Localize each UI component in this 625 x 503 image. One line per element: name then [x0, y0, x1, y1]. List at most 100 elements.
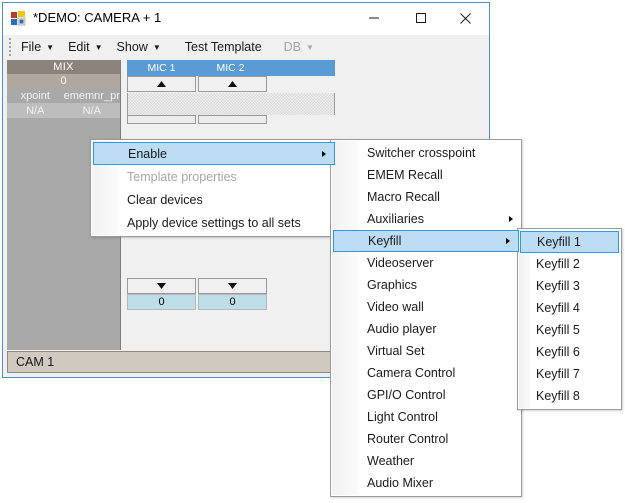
submenu-item-graphics-label: Graphics: [367, 278, 417, 292]
mic2-value[interactable]: 0: [198, 294, 267, 310]
menu-test-template[interactable]: Test Template: [178, 36, 269, 58]
keyfill-item-1[interactable]: Keyfill 1: [520, 231, 619, 253]
keyfill-item-3[interactable]: Keyfill 3: [518, 275, 621, 297]
menu-db-label: DB: [284, 40, 301, 54]
chevron-down-icon: ▼: [153, 44, 161, 52]
keyfill-item-8-label: Keyfill 8: [536, 389, 580, 403]
submenu-item-macro-recall-label: Macro Recall: [367, 190, 440, 204]
title-bar: *DEMO: CAMERA + 1: [3, 3, 489, 35]
submenu-item-audio-mixer[interactable]: Audio Mixer: [331, 472, 521, 494]
minimize-icon: [368, 12, 380, 24]
mic1-up-button[interactable]: [127, 76, 196, 92]
mic1-strip[interactable]: [127, 115, 196, 124]
submenu-item-weather[interactable]: Weather: [331, 450, 521, 472]
triangle-down-icon: [228, 283, 237, 289]
submenu-item-gpio-control-label: GPI/O Control: [367, 388, 446, 402]
mic1-down-button[interactable]: [127, 278, 196, 294]
menu-item-apply-device-settings-label: Apply device settings to all sets: [127, 216, 301, 230]
status-bar-label: CAM 1: [16, 355, 54, 369]
triangle-down-icon: [157, 283, 166, 289]
mic2-strip[interactable]: [198, 115, 267, 124]
submenu-item-emem-recall-label: EMEM Recall: [367, 168, 443, 182]
minimize-button[interactable]: [351, 3, 396, 33]
keyfill-item-8[interactable]: Keyfill 8: [518, 385, 621, 407]
submenu-item-switcher-crosspoint[interactable]: Switcher crosspoint: [331, 142, 521, 164]
submenu-enable: Switcher crosspoint EMEM Recall Macro Re…: [330, 139, 522, 497]
menu-item-apply-device-settings[interactable]: Apply device settings to all sets: [91, 211, 337, 234]
menu-item-template-properties-label: Template properties: [127, 170, 237, 184]
keyfill-item-5[interactable]: Keyfill 5: [518, 319, 621, 341]
submenu-item-camera-control[interactable]: Camera Control: [331, 362, 521, 384]
menu-edit[interactable]: Edit ▼: [61, 36, 109, 58]
submenu-item-light-control-label: Light Control: [367, 410, 438, 424]
maximize-icon: [415, 12, 427, 24]
menu-bar: File ▼ Edit ▼ Show ▼ Test Template DB ▼: [3, 35, 489, 60]
menu-edit-label: Edit: [68, 40, 90, 54]
column-down-buttons: [127, 278, 335, 294]
keyfill-item-4[interactable]: Keyfill 4: [518, 297, 621, 319]
keyfill-item-1-label: Keyfill 1: [537, 235, 581, 249]
menu-item-clear-devices-label: Clear devices: [127, 193, 203, 207]
mic1-value[interactable]: 0: [127, 294, 196, 310]
keyfill-item-7-label: Keyfill 7: [536, 367, 580, 381]
submenu-item-videoserver-label: Videoserver: [367, 256, 433, 270]
submenu-item-weather-label: Weather: [367, 454, 414, 468]
row-value-xpoint: N/A: [7, 103, 64, 118]
menu-show-label: Show: [117, 40, 148, 54]
column-headers: MIC 1 MIC 2: [127, 60, 335, 76]
submenu-item-keyfill-label: Keyfill: [368, 234, 401, 248]
submenu-item-auxiliaries-label: Auxiliaries: [367, 212, 424, 226]
submenu-item-virtual-set-label: Virtual Set: [367, 344, 424, 358]
column-header-mic1: MIC 1: [127, 60, 196, 76]
menu-item-clear-devices[interactable]: Clear devices: [91, 188, 337, 211]
app-tiles-icon: [11, 11, 26, 26]
submenu-item-keyfill[interactable]: Keyfill: [333, 230, 519, 252]
keyfill-item-6[interactable]: Keyfill 6: [518, 341, 621, 363]
menu-item-template-properties[interactable]: Template properties: [91, 165, 337, 188]
mix-value: 0: [7, 74, 120, 88]
submenu-arrow-icon: [506, 238, 510, 244]
keyfill-item-2-label: Keyfill 2: [536, 257, 580, 271]
submenu-item-router-control[interactable]: Router Control: [331, 428, 521, 450]
submenu-arrow-icon: [322, 151, 326, 157]
menu-item-enable[interactable]: Enable: [93, 142, 335, 165]
submenu-item-camera-control-label: Camera Control: [367, 366, 455, 380]
submenu-item-gpio-control[interactable]: GPI/O Control: [331, 384, 521, 406]
keyfill-item-2[interactable]: Keyfill 2: [518, 253, 621, 275]
menu-item-enable-label: Enable: [128, 147, 167, 161]
row-label-ememnr: ememnr_pr: [64, 88, 121, 103]
menu-db[interactable]: DB ▼: [277, 36, 321, 58]
submenu-item-light-control[interactable]: Light Control: [331, 406, 521, 428]
menu-file-label: File: [21, 40, 41, 54]
menu-file[interactable]: File ▼: [14, 36, 61, 58]
keyfill-item-7[interactable]: Keyfill 7: [518, 363, 621, 385]
submenu-item-graphics[interactable]: Graphics: [331, 274, 521, 296]
close-button[interactable]: [443, 3, 488, 33]
submenu-item-videoserver[interactable]: Videoserver: [331, 252, 521, 274]
close-icon: [459, 12, 472, 25]
column-values: 0 0: [127, 294, 335, 310]
empty-slot-area: [127, 93, 335, 115]
maximize-button[interactable]: [398, 3, 443, 33]
submenu-item-auxiliaries[interactable]: Auxiliaries: [331, 208, 521, 230]
row-value-ememnr: N/A: [64, 103, 121, 118]
submenu-item-video-wall-label: Video wall: [367, 300, 424, 314]
submenu-item-router-control-label: Router Control: [367, 432, 448, 446]
submenu-item-video-wall[interactable]: Video wall: [331, 296, 521, 318]
keyfill-item-6-label: Keyfill 6: [536, 345, 580, 359]
submenu-item-virtual-set[interactable]: Virtual Set: [331, 340, 521, 362]
submenu-arrow-icon: [509, 216, 513, 222]
submenu-item-audio-player[interactable]: Audio player: [331, 318, 521, 340]
row-label-header: xpoint ememnr_pr: [7, 88, 120, 103]
submenu-item-emem-recall[interactable]: EMEM Recall: [331, 164, 521, 186]
submenu-item-switcher-crosspoint-label: Switcher crosspoint: [367, 146, 475, 160]
chevron-down-icon: ▼: [95, 44, 103, 52]
triangle-up-icon: [157, 81, 166, 87]
toolbar-grip-handle[interactable]: [5, 36, 14, 58]
menu-show[interactable]: Show ▼: [110, 36, 168, 58]
mic2-up-button[interactable]: [198, 76, 267, 92]
mic2-down-button[interactable]: [198, 278, 267, 294]
mix-header-label: MIX: [7, 60, 120, 74]
submenu-item-macro-recall[interactable]: Macro Recall: [331, 186, 521, 208]
keyfill-item-5-label: Keyfill 5: [536, 323, 580, 337]
